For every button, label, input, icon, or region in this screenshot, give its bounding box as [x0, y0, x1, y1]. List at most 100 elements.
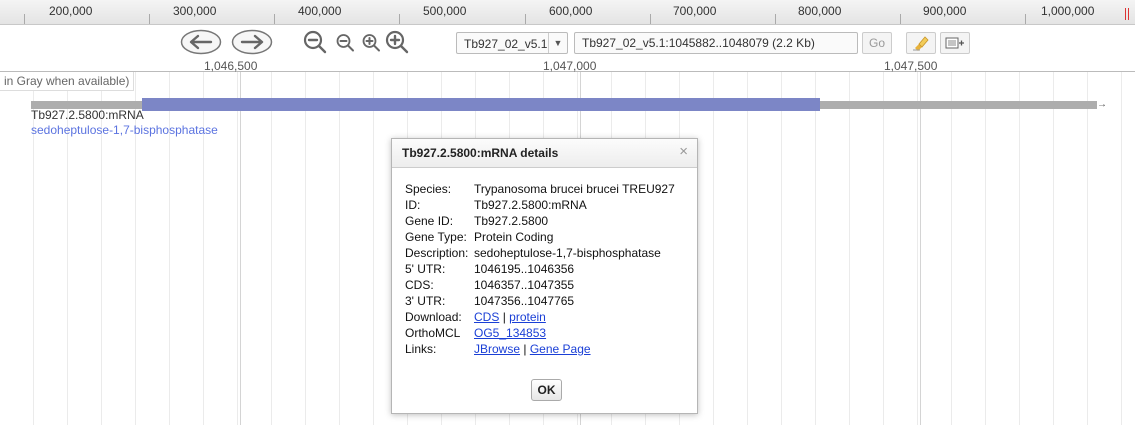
- track-list-icon: [945, 37, 964, 49]
- gene-page-link[interactable]: Gene Page: [530, 342, 591, 356]
- detail-label: 3' UTR:: [405, 294, 446, 308]
- overview-tick: [399, 14, 400, 24]
- overview-label: 600,000: [549, 4, 593, 18]
- detail-ruler: 1,046,500 1,047,000 1,047,500: [0, 59, 1135, 73]
- detail-value: 1046195..1046356: [474, 262, 575, 276]
- dialog-title: Tb927.2.5800:mRNA details: [402, 146, 559, 160]
- detail-value: Tb927.2.5800: [474, 214, 549, 228]
- location-input[interactable]: [574, 32, 858, 54]
- detail-label: 5' UTR:: [405, 262, 446, 276]
- strand-arrow-icon: →: [1097, 99, 1107, 110]
- detail-label: Download:: [405, 310, 462, 324]
- detail-value: sedoheptulose-1,7-bisphosphatase: [474, 246, 661, 260]
- overview-label: 500,000: [423, 4, 467, 18]
- detail-value: Protein Coding: [474, 230, 554, 244]
- detail-row-species: Species: Trypanosoma brucei brucei TREU92…: [405, 181, 675, 197]
- overview-tick: [274, 14, 275, 24]
- overview-tick: [775, 14, 776, 24]
- download-cds-link[interactable]: CDS: [474, 310, 499, 324]
- detail-row-cds: CDS: 1046357..1047355: [405, 277, 675, 293]
- track-selector-button[interactable]: [940, 32, 970, 54]
- cds-feature[interactable]: [142, 98, 820, 111]
- overview-label: 200,000: [49, 4, 93, 18]
- zoom-out-icon: [303, 30, 327, 54]
- detail-value: Tb927.2.5800:mRNA: [474, 198, 587, 212]
- detail-label: OrthoMCL: [405, 326, 461, 340]
- detail-label: Description:: [405, 246, 469, 260]
- highlight-button[interactable]: [906, 32, 936, 54]
- ruler-label: 1,047,000: [543, 59, 597, 73]
- track-label[interactable]: in Gray when available): [0, 72, 135, 91]
- zoom-out-big-button[interactable]: [302, 29, 328, 55]
- overview-label: 1,000,000: [1041, 4, 1095, 18]
- overview-label: 900,000: [923, 4, 967, 18]
- orthomcl-link[interactable]: OG5_134853: [474, 326, 546, 340]
- pan-left-button[interactable]: [180, 29, 222, 55]
- feature-description[interactable]: sedoheptulose-1,7-bisphosphatase: [31, 123, 218, 137]
- overview-label: 400,000: [298, 4, 342, 18]
- arrow-right-icon: [231, 29, 273, 55]
- ok-button[interactable]: OK: [531, 379, 562, 401]
- zoom-in-small-button[interactable]: [360, 29, 382, 55]
- zoom-out-small-button[interactable]: [334, 29, 356, 55]
- overview-tick: [1025, 14, 1026, 24]
- detail-row-links: Links: JBrowse | Gene Page: [405, 341, 675, 357]
- detail-row-download: Download: CDS | protein: [405, 309, 675, 325]
- detail-label: Gene ID:: [405, 214, 454, 228]
- highlighter-icon: [913, 36, 929, 51]
- zoom-in-small-icon: [362, 34, 380, 52]
- chevron-down-icon: ▼: [548, 33, 567, 53]
- ruler-label: 1,046,500: [204, 59, 258, 73]
- zoom-in-big-button[interactable]: [384, 29, 410, 55]
- detail-row-description: Description: sedoheptulose-1,7-bisphospha…: [405, 245, 675, 261]
- sequence-select[interactable]: Tb927_02_v5.1 ▼: [456, 32, 568, 54]
- overview-label: 800,000: [798, 4, 842, 18]
- utr3-feature[interactable]: [820, 101, 1097, 109]
- overview-tick: [900, 14, 901, 24]
- sequence-select-value: Tb927_02_v5.1: [464, 37, 548, 51]
- zoom-in-icon: [385, 30, 409, 54]
- detail-label: Links:: [405, 342, 437, 356]
- feature-name[interactable]: Tb927.2.5800:mRNA: [31, 108, 144, 122]
- feature-details-dialog: Tb927.2.5800:mRNA details × Species: Tryp…: [391, 138, 698, 414]
- arrow-left-icon: [180, 29, 222, 55]
- navigation-toolbar: Tb927_02_v5.1 ▼ Go: [0, 25, 1135, 61]
- detail-value: OG5_134853: [474, 325, 546, 341]
- overview-tick: [24, 14, 25, 24]
- overview-tick: [149, 14, 150, 24]
- detail-label: Species:: [405, 182, 452, 196]
- overview-ruler[interactable]: 200,000 300,000 400,000 500,000 600,000 …: [0, 0, 1135, 25]
- download-protein-link[interactable]: protein: [509, 310, 546, 324]
- jbrowse-link[interactable]: JBrowse: [474, 342, 520, 356]
- detail-row-orthomcl: OrthoMCL OG5_134853: [405, 325, 675, 341]
- zoom-out-small-icon: [336, 34, 354, 52]
- overview-label: 300,000: [173, 4, 217, 18]
- detail-value: 1046357..1047355: [474, 278, 575, 292]
- link-separator: |: [502, 310, 506, 324]
- dialog-header[interactable]: Tb927.2.5800:mRNA details ×: [392, 139, 697, 168]
- detail-value: JBrowse | Gene Page: [474, 341, 591, 357]
- detail-row-gene-id: Gene ID: Tb927.2.5800: [405, 213, 675, 229]
- detail-label: Gene Type:: [405, 230, 467, 244]
- grid-line: [920, 72, 921, 425]
- ruler-label: 1,047,500: [884, 59, 938, 73]
- detail-value: Trypanosoma brucei brucei TREU927: [474, 182, 675, 196]
- overview-position-marker[interactable]: [1125, 8, 1129, 20]
- detail-label: ID:: [405, 198, 421, 212]
- overview-tick: [525, 14, 526, 24]
- detail-label: CDS:: [405, 278, 434, 292]
- close-icon[interactable]: ×: [679, 144, 688, 159]
- detail-row-5utr: 5' UTR: 1046195..1046356: [405, 261, 675, 277]
- overview-tick: [650, 14, 651, 24]
- pan-right-button[interactable]: [231, 29, 273, 55]
- grid-line: [240, 72, 241, 425]
- detail-value: CDS | protein: [474, 309, 546, 325]
- link-separator: |: [523, 342, 527, 356]
- detail-row-3utr: 3' UTR: 1047356..1047765: [405, 293, 675, 309]
- detail-row-gene-type: Gene Type: Protein Coding: [405, 229, 675, 245]
- overview-label: 700,000: [673, 4, 717, 18]
- detail-value: 1047356..1047765: [474, 294, 575, 308]
- detail-row-id: ID: Tb927.2.5800:mRNA: [405, 197, 675, 213]
- dialog-body: Species: Trypanosoma brucei brucei TREU92…: [405, 181, 675, 357]
- go-button[interactable]: Go: [862, 32, 892, 54]
